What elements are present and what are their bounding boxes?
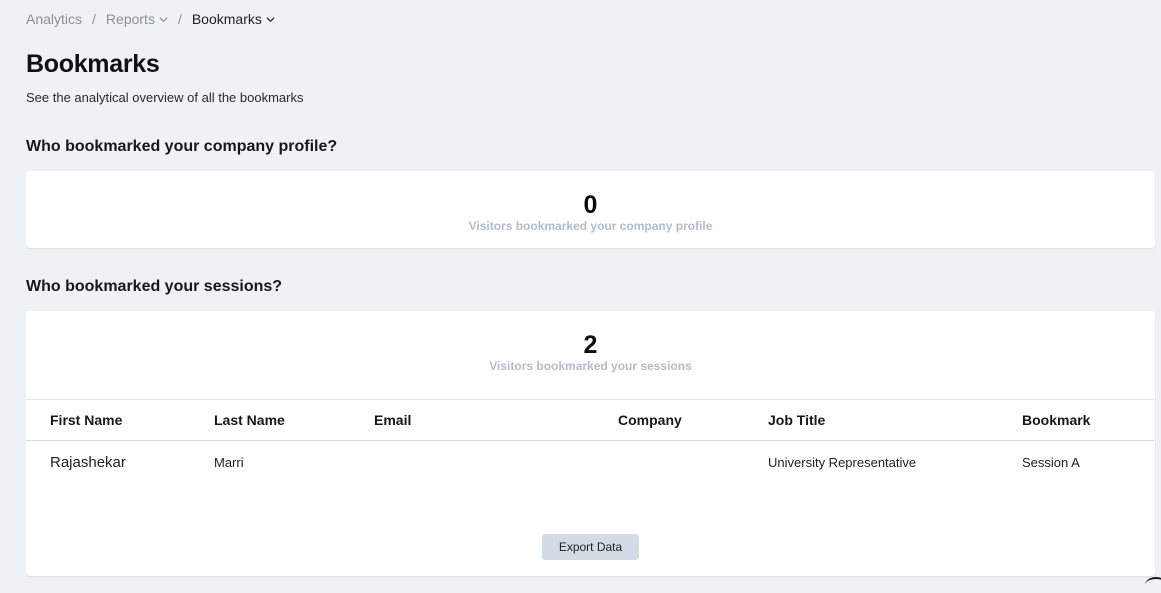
sessions-bookmarks-stat: 2 Visitors bookmarked your sessions	[26, 331, 1155, 373]
breadcrumb-label: Reports	[105, 11, 155, 27]
breadcrumb-bookmarks[interactable]: Bookmarks	[192, 11, 275, 27]
company-bookmarks-caption: Visitors bookmarked your company profile	[468, 219, 713, 233]
table-row: Rajashekar Marri University Representati…	[26, 441, 1155, 484]
cell-company	[618, 441, 768, 484]
company-section-heading: Who bookmarked your company profile?	[26, 138, 338, 155]
sessions-table: First Name Last Name Email Company Job T…	[26, 399, 1155, 483]
company-bookmarks-count: 0	[583, 191, 598, 219]
breadcrumb-separator: /	[177, 11, 182, 27]
corner-widget-edge	[1145, 577, 1161, 593]
cell-job-title: University Representative	[768, 454, 917, 470]
cell-bookmark: Session A	[1022, 454, 1080, 470]
breadcrumb-label: Bookmarks	[191, 11, 262, 27]
cell-last-name: Marri	[214, 454, 244, 470]
breadcrumb-separator: /	[92, 11, 96, 27]
sessions-bookmarks-card: 2 Visitors bookmarked your sessions Firs…	[26, 311, 1155, 576]
breadcrumb-reports[interactable]: Reports	[106, 11, 168, 27]
company-bookmarks-stat: 0 Visitors bookmarked your company profi…	[26, 191, 1155, 233]
cell-email	[374, 441, 618, 484]
page-title: Bookmarks	[26, 50, 160, 78]
breadcrumb: Analytics / Reports / Bookmarks	[26, 11, 275, 27]
breadcrumb-analytics[interactable]: Analytics	[26, 11, 82, 27]
column-header-bookmark[interactable]: Bookmark	[1022, 399, 1155, 441]
table-header-row: First Name Last Name Email Company Job T…	[26, 399, 1155, 441]
chevron-down-icon	[159, 16, 168, 22]
sessions-bookmarks-count: 2	[583, 331, 598, 359]
column-header-email[interactable]: Email	[374, 399, 618, 441]
chevron-down-icon	[266, 16, 275, 22]
column-header-last-name[interactable]: Last Name	[214, 399, 374, 441]
column-header-company[interactable]: Company	[618, 399, 768, 441]
page-subtitle: See the analytical overview of all the b…	[26, 90, 304, 105]
company-bookmarks-card: 0 Visitors bookmarked your company profi…	[26, 171, 1155, 248]
breadcrumb-label: Analytics	[26, 11, 83, 27]
sessions-bookmarks-caption: Visitors bookmarked your sessions	[489, 359, 692, 373]
export-data-button[interactable]: Export Data	[542, 534, 639, 560]
column-header-first-name[interactable]: First Name	[26, 399, 214, 441]
sessions-section-heading: Who bookmarked your sessions?	[26, 278, 283, 295]
column-header-job-title[interactable]: Job Title	[768, 399, 1022, 441]
cell-first-name: Rajashekar	[50, 453, 126, 471]
